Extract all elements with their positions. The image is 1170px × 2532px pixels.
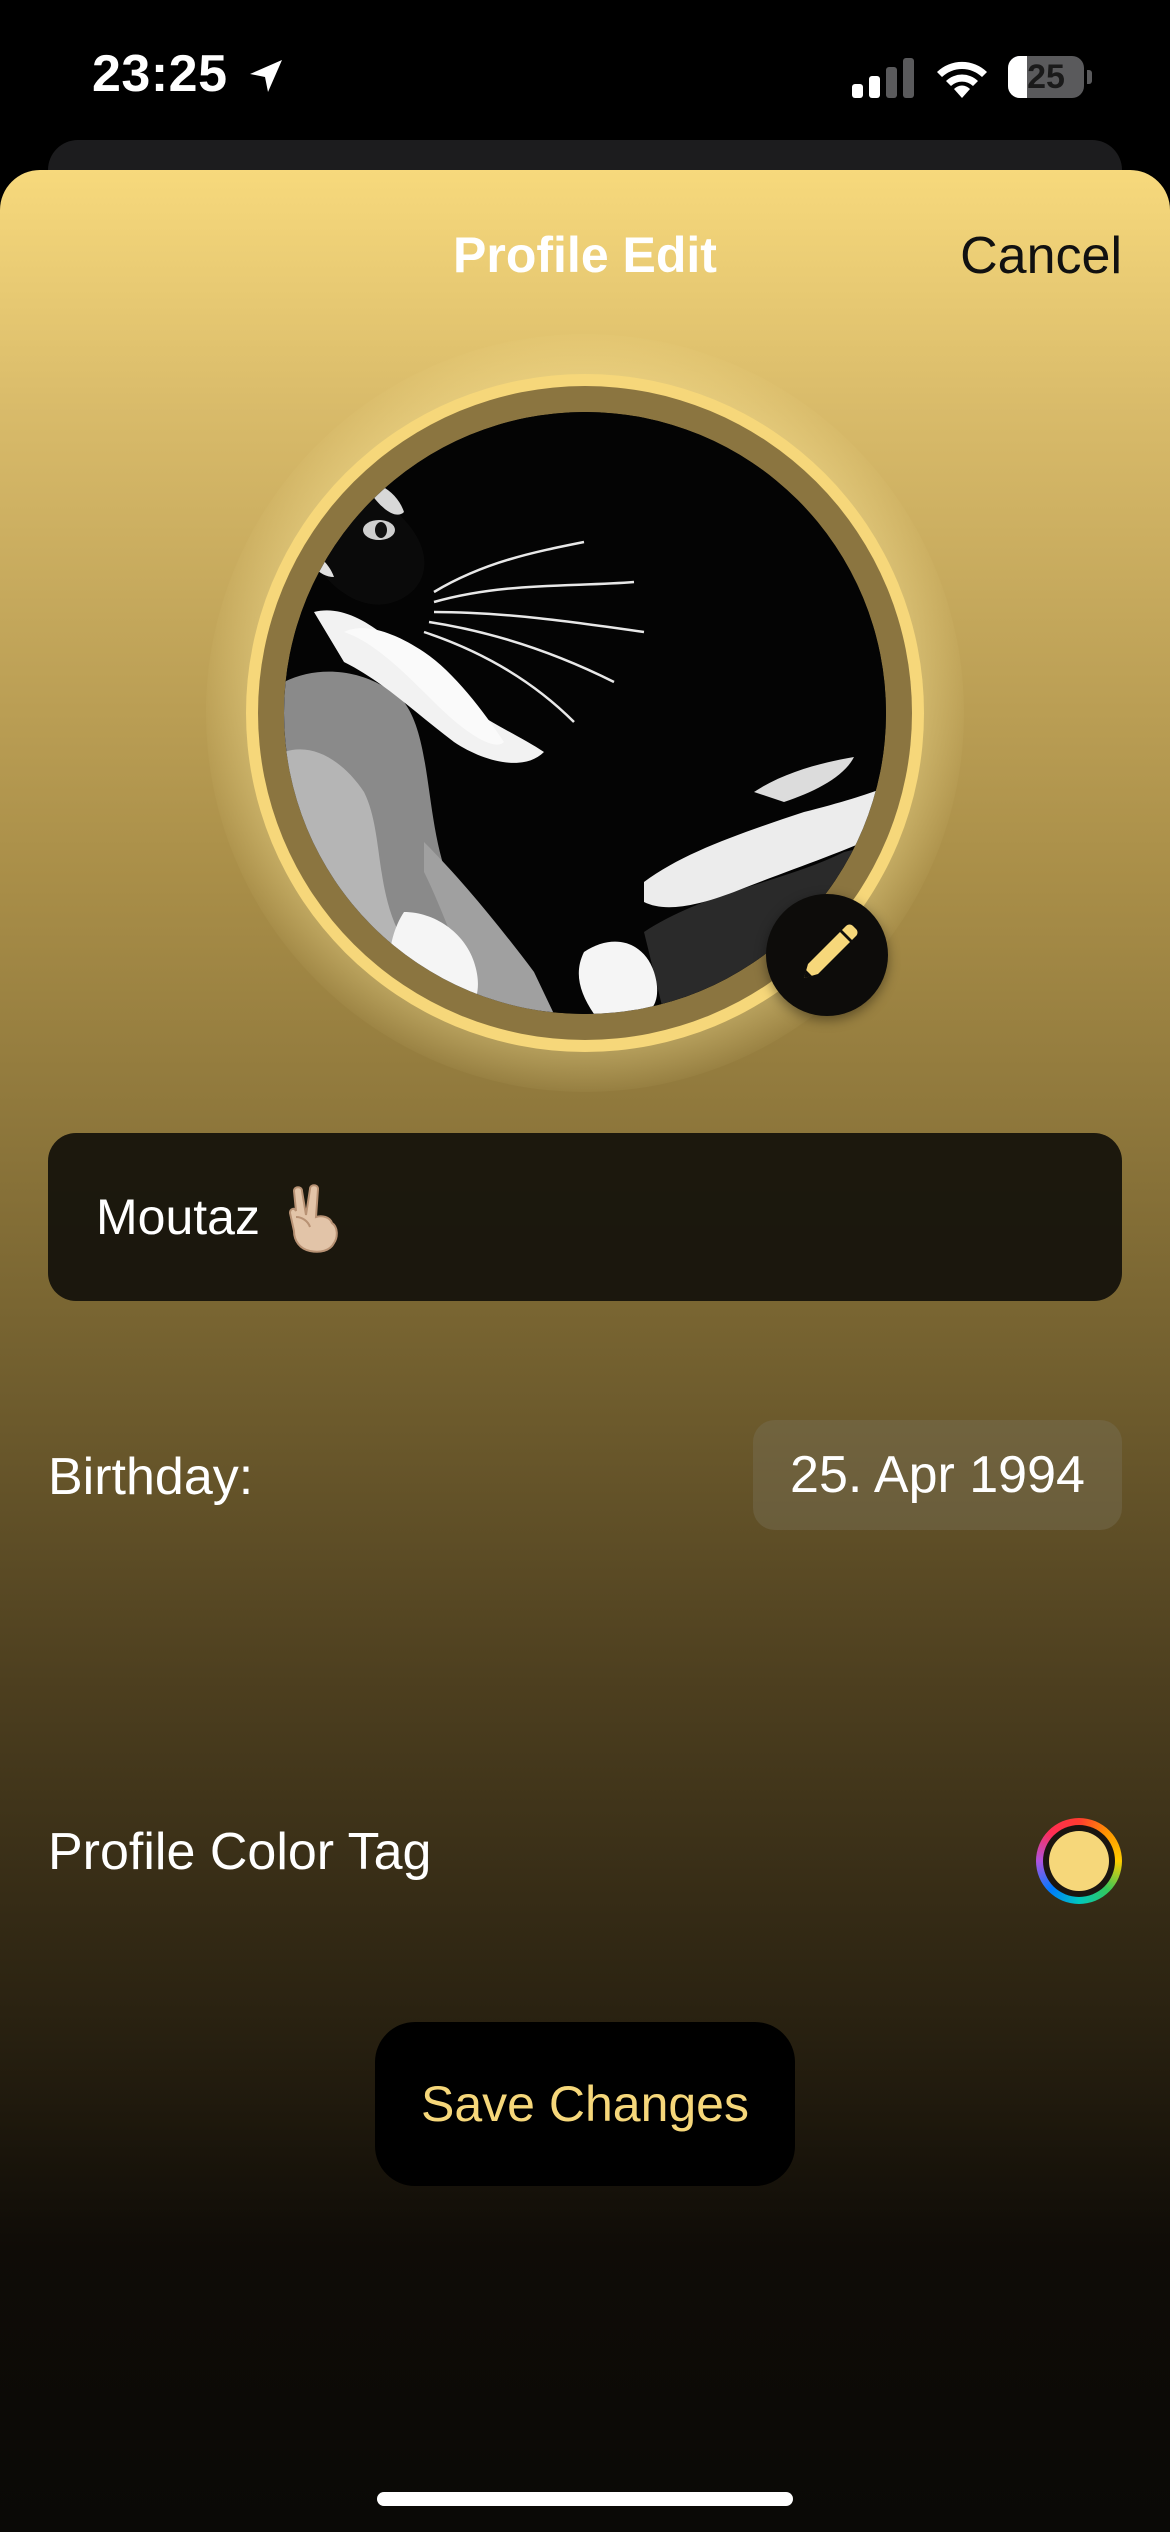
birthday-label: Birthday: — [48, 1448, 254, 1506]
location-arrow-icon — [250, 60, 282, 92]
color-tag-picker[interactable] — [1036, 1818, 1122, 1904]
peace-hand-emoji-icon — [288, 1184, 338, 1253]
pencil-icon — [804, 924, 858, 978]
selected-color-swatch — [1049, 1831, 1109, 1891]
birthday-picker-button[interactable]: 25. Apr 1994 — [753, 1420, 1122, 1530]
cellular-signal-icon — [852, 58, 914, 98]
edit-photo-button[interactable] — [766, 894, 888, 1016]
wifi-icon — [937, 61, 987, 98]
status-bar: 23:25 25 — [0, 0, 1170, 150]
avatar[interactable] — [206, 334, 964, 1092]
battery-level: 25 — [1027, 58, 1065, 96]
battery-icon: 25 — [1008, 56, 1092, 98]
name-field[interactable]: Moutaz — [48, 1133, 1122, 1301]
profile-edit-sheet: Profile Edit Cancel Moutaz Birthday: 25.… — [0, 170, 1170, 2532]
color-tag-label: Profile Color Tag — [48, 1823, 432, 1881]
cancel-button[interactable]: Cancel — [960, 226, 1122, 286]
home-indicator — [377, 2492, 793, 2506]
name-field-value: Moutaz — [96, 1189, 260, 1245]
save-changes-button[interactable]: Save Changes — [375, 2022, 795, 2186]
profile-edit-screen: 23:25 25 Profile Edit Cancel Moutaz Birt… — [0, 0, 1170, 2532]
status-time: 23:25 — [92, 45, 228, 103]
